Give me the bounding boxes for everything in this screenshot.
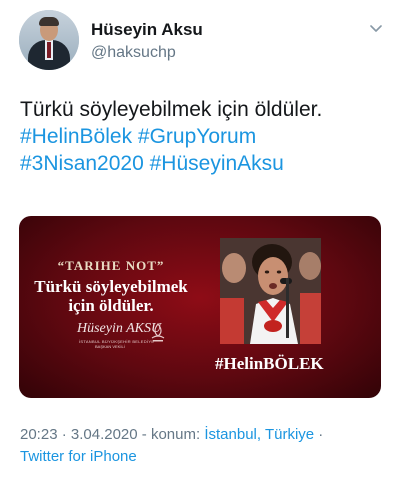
author-name[interactable]: Hüseyin Aksu — [91, 20, 203, 40]
ibb-logo-icon — [151, 323, 165, 342]
tweet-header: Hüseyin Aksu @haksuchp — [0, 0, 400, 90]
location-prefix: konum: — [150, 426, 201, 443]
separator: - — [141, 426, 147, 443]
tweet-time: 20:23 — [20, 426, 58, 443]
singer-photo — [220, 238, 321, 344]
media-note: “TARIHE NOT” — [57, 258, 165, 273]
avatar[interactable] — [19, 10, 79, 70]
separator: · — [318, 426, 324, 443]
media-headline-line: için öldüler. — [68, 296, 154, 315]
location-link[interactable]: İstanbul, Türkiye — [204, 426, 314, 443]
tweet-text: Türkü söyleyebilmek için öldüler. #Helin… — [20, 96, 390, 177]
media-image[interactable]: “TARIHE NOT” Türkü söyleyebilmek için öl… — [19, 216, 381, 398]
tweet-metadata: 20:23 · 3.04.2020 - konum: İstanbul, Tür… — [20, 424, 390, 468]
author-handle[interactable]: @haksuchp — [91, 44, 176, 62]
media-signature-sub2: BAŞKAN VEKİLİ — [95, 344, 125, 349]
tweet-date: 3.04.2020 — [70, 426, 138, 443]
separator: · — [61, 426, 67, 443]
photo-caption: #HelinBÖLEK — [215, 354, 324, 373]
source-link[interactable]: Twitter for iPhone — [20, 448, 137, 465]
hashtag-grupyorum[interactable]: #GrupYorum — [138, 125, 256, 148]
tweet-body: Türkü söyleyebilmek için öldüler. — [20, 98, 323, 121]
media-headline-line: Türkü söyleyebilmek — [34, 277, 188, 296]
hashtag-huseyinaksu[interactable]: #HüseyinAksu — [150, 152, 284, 175]
hashtag-3nisan2020[interactable]: #3Nisan2020 — [20, 152, 144, 175]
chevron-down-icon[interactable] — [368, 20, 384, 36]
media-headline: Türkü söyleyebilmek için öldüler. — [19, 277, 203, 315]
hashtag-helinbolek[interactable]: #HelinBölek — [20, 125, 132, 148]
